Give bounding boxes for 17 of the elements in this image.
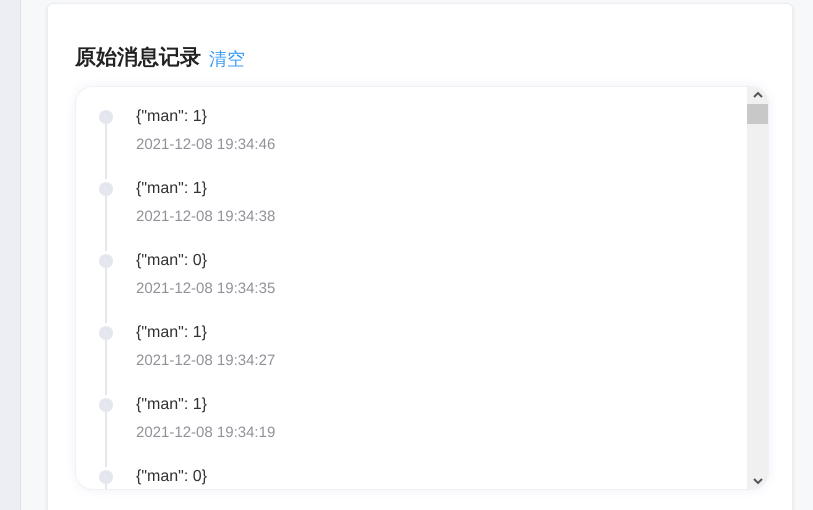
- message-content: {"man": 1}: [136, 322, 208, 342]
- scroll-down-icon[interactable]: [752, 476, 762, 484]
- message-content: {"man": 1}: [136, 106, 208, 126]
- scrollbar[interactable]: [747, 86, 768, 488]
- message-content: {"man": 0}: [136, 466, 207, 486]
- message-content: {"man": 0}: [136, 250, 208, 270]
- scrollbar-thumb[interactable]: [747, 104, 768, 124]
- message-time: 2021-12-08 19:34:19: [136, 422, 276, 442]
- scroll-up-icon[interactable]: [752, 90, 762, 98]
- message-content: {"man": 1}: [136, 394, 208, 414]
- panel-title: 原始消息记录: [75, 45, 201, 71]
- message-time: 2021-12-08 19:34:35: [136, 278, 276, 298]
- clear-link[interactable]: 清空: [209, 46, 245, 72]
- message-time: 2021-12-08 19:34:38: [136, 206, 276, 226]
- message-time: 2021-12-08 19:34:27: [136, 350, 276, 370]
- message-time: 2021-12-08 19:34:46: [136, 134, 276, 154]
- message-content: {"man": 1}: [136, 178, 208, 198]
